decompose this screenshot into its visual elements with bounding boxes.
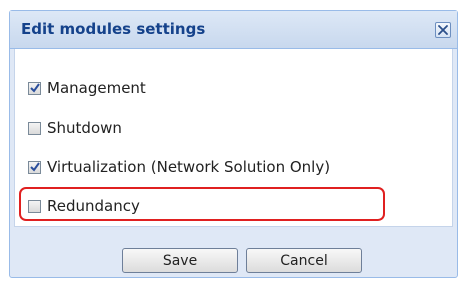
close-button[interactable] xyxy=(435,22,451,38)
option-label: Redundancy xyxy=(47,197,140,215)
save-button[interactable]: Save xyxy=(122,248,238,273)
checkbox-virtualization[interactable] xyxy=(28,160,41,174)
dialog-body: Management Shutdown Virtualization (Netw… xyxy=(14,49,453,227)
checkbox-shutdown[interactable] xyxy=(28,121,41,135)
edit-modules-dialog: Edit modules settings Management Shutdow… xyxy=(9,10,458,278)
dialog-footer: Save Cancel xyxy=(10,227,457,277)
dialog-header: Edit modules settings xyxy=(10,11,457,49)
cancel-button[interactable]: Cancel xyxy=(246,248,362,273)
option-redundancy[interactable]: Redundancy xyxy=(28,195,140,217)
dialog-title: Edit modules settings xyxy=(21,20,206,38)
option-label: Management xyxy=(47,79,146,97)
option-shutdown[interactable]: Shutdown xyxy=(28,117,122,139)
option-label: Shutdown xyxy=(47,119,122,137)
option-label: Virtualization (Network Solution Only) xyxy=(47,158,331,176)
checkmark-icon xyxy=(30,161,40,172)
checkbox-management[interactable] xyxy=(28,81,41,95)
close-icon xyxy=(438,25,448,35)
checkbox-redundancy[interactable] xyxy=(28,199,41,213)
option-virtualization[interactable]: Virtualization (Network Solution Only) xyxy=(28,156,330,178)
checkmark-icon xyxy=(30,82,40,93)
option-management[interactable]: Management xyxy=(28,77,146,99)
